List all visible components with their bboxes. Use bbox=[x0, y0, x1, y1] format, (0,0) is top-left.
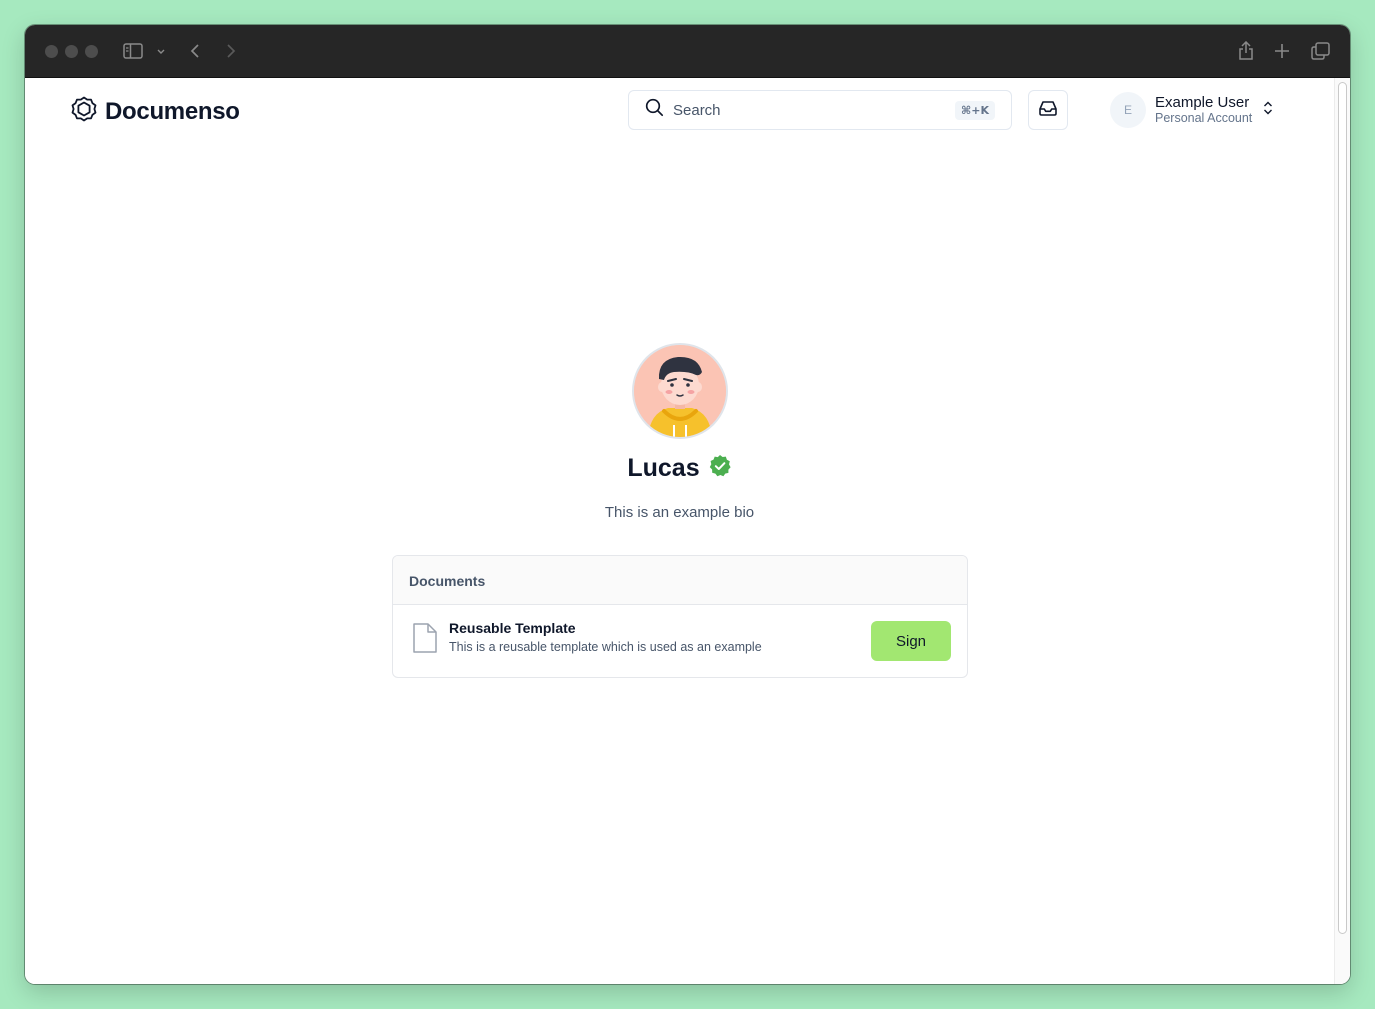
search-shortcut-badge: ⌘+K bbox=[955, 100, 995, 120]
back-arrow-icon[interactable] bbox=[187, 40, 203, 62]
minimize-window-button[interactable] bbox=[65, 45, 78, 58]
account-name: Example User bbox=[1155, 94, 1250, 112]
chevron-down-icon[interactable] bbox=[155, 40, 167, 62]
avatar-illustration bbox=[634, 345, 726, 437]
zoom-window-button[interactable] bbox=[85, 45, 98, 58]
documents-heading: Documents bbox=[393, 556, 967, 605]
account-info: Example User Personal Account bbox=[1155, 94, 1252, 126]
profile-avatar bbox=[632, 343, 728, 439]
account-type: Personal Account bbox=[1155, 111, 1253, 126]
inbox-button[interactable] bbox=[1028, 90, 1068, 130]
chevron-up-down-icon bbox=[1262, 100, 1274, 121]
browser-window: Documenso Search ⌘+K E Example User Pers… bbox=[25, 25, 1350, 984]
documents-card: Documents Reusable Template This is a re… bbox=[392, 555, 968, 678]
file-icon bbox=[412, 622, 438, 659]
tab-overview-icon[interactable] bbox=[1309, 40, 1331, 62]
verified-badge-icon bbox=[708, 454, 732, 483]
browser-titlebar bbox=[25, 25, 1350, 78]
scrollbar[interactable] bbox=[1334, 78, 1350, 984]
share-icon[interactable] bbox=[1236, 40, 1256, 62]
inbox-icon bbox=[1039, 100, 1057, 121]
account-avatar: E bbox=[1110, 92, 1146, 128]
new-tab-icon[interactable] bbox=[1272, 40, 1292, 62]
profile-name: Lucas bbox=[627, 454, 700, 482]
profile-bio: This is an example bio bbox=[604, 504, 755, 521]
document-description: This is a reusable template which is use… bbox=[449, 640, 762, 654]
account-switcher[interactable]: E Example User Personal Account bbox=[1110, 90, 1274, 130]
document-title[interactable]: Reusable Template bbox=[449, 620, 576, 636]
sidebar-toggle-icon[interactable] bbox=[122, 40, 144, 62]
close-window-button[interactable] bbox=[45, 45, 58, 58]
scrollbar-thumb[interactable] bbox=[1338, 82, 1347, 934]
search-placeholder: Search bbox=[673, 101, 721, 119]
brand-logo[interactable]: Documenso bbox=[71, 96, 240, 127]
search-icon bbox=[645, 98, 664, 122]
page-content: Documenso Search ⌘+K E Example User Pers… bbox=[25, 78, 1350, 984]
brand-name: Documenso bbox=[105, 97, 240, 125]
search-bar[interactable]: Search ⌘+K bbox=[628, 90, 1012, 130]
documenso-logo-icon bbox=[71, 96, 97, 127]
forward-arrow-icon[interactable] bbox=[223, 40, 239, 62]
document-row: Reusable Template This is a reusable tem… bbox=[393, 605, 967, 677]
profile-name-row: Lucas bbox=[25, 454, 1334, 483]
sign-button[interactable]: Sign bbox=[871, 621, 951, 661]
